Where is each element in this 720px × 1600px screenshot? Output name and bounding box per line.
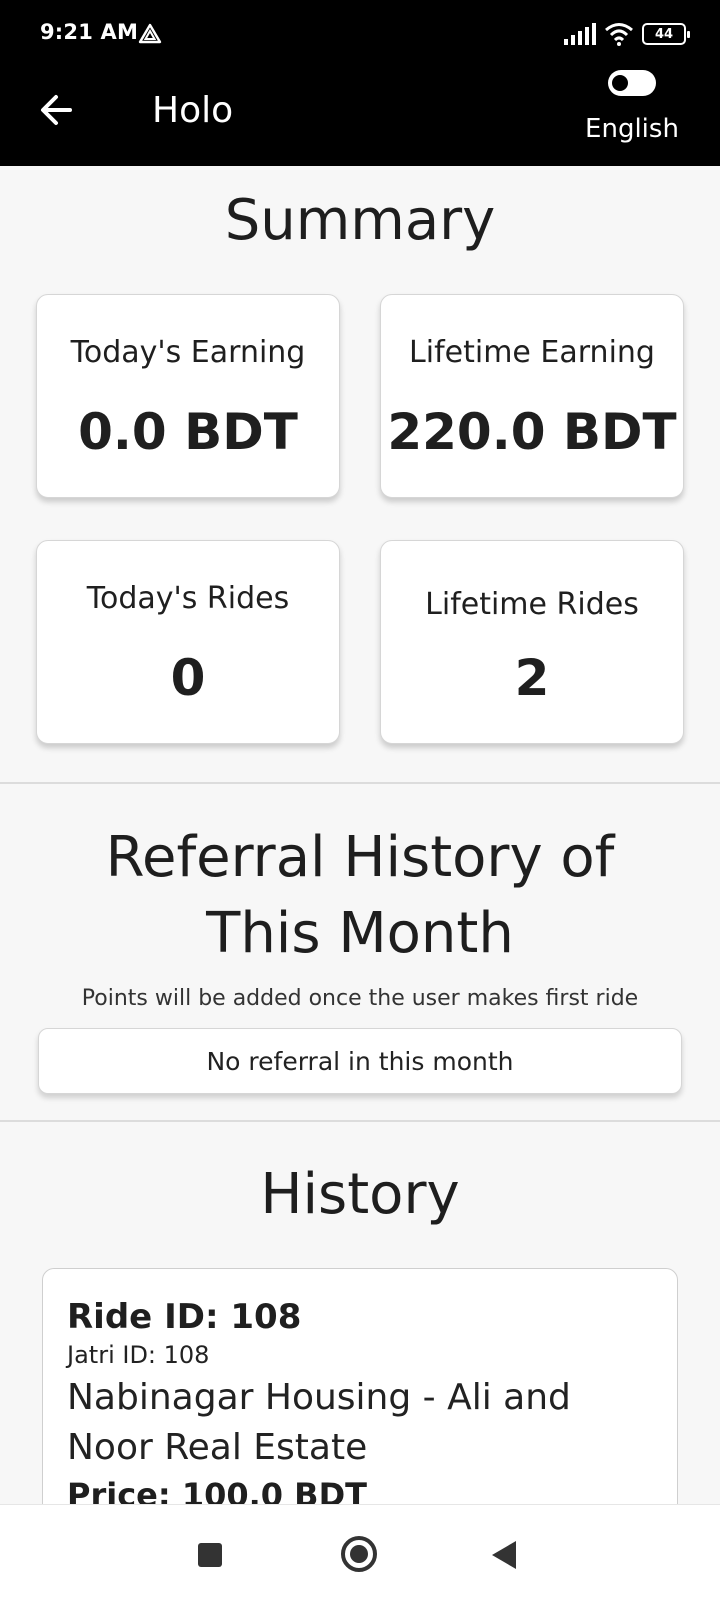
card-value: 0.0 BDT [78, 403, 298, 461]
ride-route: Nabinagar Housing - Ali and Noor Real Es… [67, 1377, 571, 1468]
app-title: Holo [152, 90, 234, 131]
toggle-knob [612, 75, 628, 91]
card-label: Today's Rides [86, 581, 290, 616]
history-title: History [260, 1162, 460, 1227]
referral-note: Points will be added once the user makes… [81, 986, 639, 1011]
status-time: 9:21 AM [40, 20, 139, 44]
signal-icon [564, 23, 596, 45]
system-nav-bar [0, 1504, 720, 1600]
card-label: Lifetime Earning [409, 335, 655, 370]
app-header: 9:21 AM 44 Holo English [0, 0, 720, 166]
card-label: Today's Earning [70, 335, 306, 370]
card-value: 0 [170, 649, 206, 707]
language-toggle[interactable] [608, 70, 656, 96]
battery-icon: 44 [642, 23, 690, 45]
ride-id: Ride ID: 108 [67, 1297, 302, 1337]
jatri-id: Jatri ID: 108 [67, 1341, 210, 1369]
back-icon[interactable] [492, 1541, 516, 1569]
status-icons: 44 [564, 22, 690, 46]
section-divider [0, 1120, 720, 1122]
summary-title: Summary [224, 188, 496, 253]
battery-level: 44 [654, 26, 674, 42]
section-divider [0, 782, 720, 784]
lifetime-earning-card: Lifetime Earning 220.0 BDT [380, 294, 684, 498]
todays-rides-card: Today's Rides 0 [36, 540, 340, 744]
lifetime-rides-card: Lifetime Rides 2 [380, 540, 684, 744]
referral-empty-box: No referral in this month [38, 1028, 682, 1094]
card-label: Lifetime Rides [425, 587, 639, 622]
app-notification-icon [138, 23, 162, 44]
referral-title: Referral History of This Month [105, 825, 615, 966]
card-value: 220.0 BDT [387, 403, 677, 461]
recent-apps-icon[interactable] [198, 1543, 222, 1567]
card-value: 2 [514, 649, 550, 707]
language-label: English [585, 114, 679, 144]
referral-empty-message: No referral in this month [206, 1046, 514, 1076]
home-icon[interactable] [341, 1536, 377, 1572]
wifi-icon [605, 23, 633, 46]
todays-earning-card: Today's Earning 0.0 BDT [36, 294, 340, 498]
back-arrow-icon[interactable] [38, 92, 74, 128]
